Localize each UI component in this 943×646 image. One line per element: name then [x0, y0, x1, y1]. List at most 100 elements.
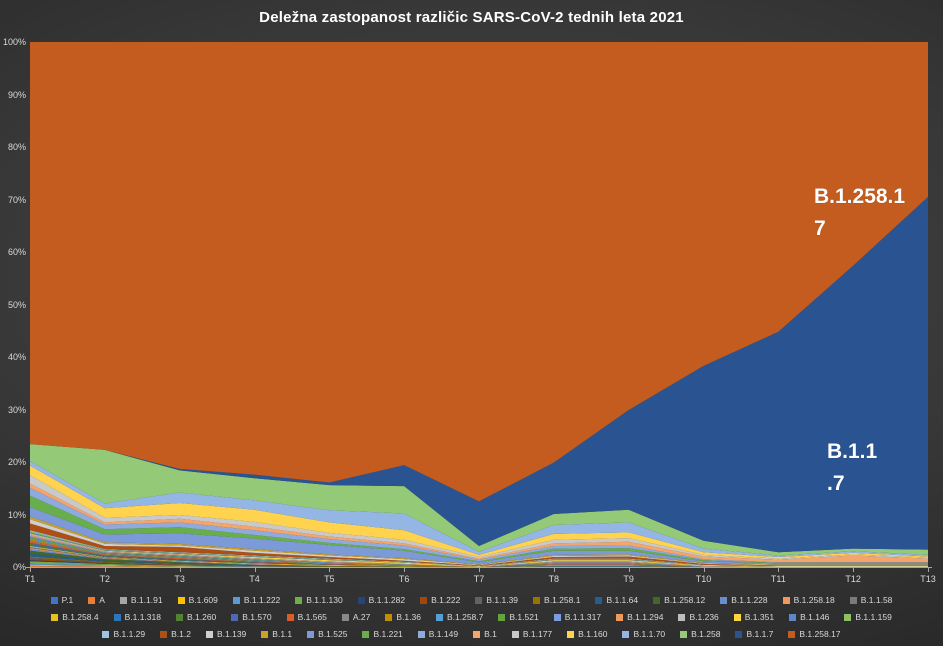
x-axis-label: T3: [160, 574, 200, 584]
legend-swatch: [233, 597, 240, 604]
legend-swatch: [533, 597, 540, 604]
stacked-area-svg: [30, 42, 928, 567]
plot-area: B.1.258.17 B.1.1.7 0%10%20%30%40%50%60%7…: [30, 42, 928, 567]
x-tick: [105, 568, 106, 572]
y-axis-label: 80%: [0, 142, 26, 152]
legend-item-B.1.1.228: B.1.1.228: [720, 596, 767, 605]
legend-label: B.1.1.318: [125, 613, 161, 622]
legend-label: B.1.258.7: [447, 613, 483, 622]
legend-swatch: [51, 614, 58, 621]
legend-label: A: [99, 596, 105, 605]
legend-swatch: [720, 597, 727, 604]
x-tick: [778, 568, 779, 572]
legend-swatch: [261, 631, 268, 638]
legend-item-A: A: [88, 596, 105, 605]
y-axis-label: 10%: [0, 510, 26, 520]
legend-item-B.1.221: B.1.221: [362, 630, 402, 639]
legend-item-B.1.258.7: B.1.258.7: [436, 613, 483, 622]
y-axis-label: 20%: [0, 457, 26, 467]
legend: P.1AB.1.1.91B.1.609B.1.1.222B.1.1.130B.1…: [0, 592, 943, 643]
legend-label: B.1: [484, 630, 497, 639]
legend-item-B.1.521: B.1.521: [498, 613, 538, 622]
legend-swatch: [231, 614, 238, 621]
chart-title: Deležna zastopanost različic SARS-CoV-2 …: [0, 9, 943, 26]
legend-swatch: [307, 631, 314, 638]
legend-label: B.1.149: [429, 630, 458, 639]
legend-swatch: [788, 631, 795, 638]
legend-swatch: [120, 597, 127, 604]
x-axis-label: T2: [85, 574, 125, 584]
legend-item-B.1.260: B.1.260: [176, 613, 216, 622]
legend-label: A.27: [353, 613, 371, 622]
legend-item-B.1.2: B.1.2: [160, 630, 191, 639]
legend-item-B.1.1.282: B.1.1.282: [358, 596, 405, 605]
legend-swatch: [653, 597, 660, 604]
legend-swatch: [176, 614, 183, 621]
legend-label: B.1.521: [509, 613, 538, 622]
x-tick: [853, 568, 854, 572]
legend-swatch: [362, 631, 369, 638]
y-axis-label: 40%: [0, 352, 26, 362]
legend-swatch: [498, 614, 505, 621]
legend-label: B.1.1.7: [746, 630, 773, 639]
x-axis-label: T8: [534, 574, 574, 584]
legend-item-B.1.139: B.1.139: [206, 630, 246, 639]
legend-item-B.1.258.18: B.1.258.18: [783, 596, 835, 605]
legend-item-B.1.236: B.1.236: [678, 613, 718, 622]
legend-label: B.1.565: [298, 613, 327, 622]
x-axis-label: T11: [758, 574, 798, 584]
x-axis-label: T6: [384, 574, 424, 584]
legend-item-B.1.258.17: B.1.258.17: [788, 630, 840, 639]
legend-swatch: [735, 631, 742, 638]
x-axis-label: T5: [309, 574, 349, 584]
y-axis-label: 30%: [0, 405, 26, 415]
legend-label: B.1.525: [318, 630, 347, 639]
x-tick: [404, 568, 405, 572]
legend-item-B.1.36: B.1.36: [385, 613, 421, 622]
legend-row: B.1.258.4 B.1.1.318 B.1.260 B.1.570 B.1.565 A…: [0, 609, 943, 626]
x-axis-label: T1: [10, 574, 50, 584]
legend-label: B.1.570: [242, 613, 271, 622]
legend-label: B.1.139: [217, 630, 246, 639]
x-axis-label: T10: [684, 574, 724, 584]
legend-label: B.1.258: [691, 630, 720, 639]
legend-label: B.1.1.159: [855, 613, 891, 622]
legend-item-B.1.258.1: B.1.258.1: [533, 596, 580, 605]
legend-label: B.1.221: [373, 630, 402, 639]
legend-swatch: [51, 597, 58, 604]
legend-label: P.1: [62, 596, 74, 605]
legend-swatch: [734, 614, 741, 621]
legend-label: B.1.258.18: [794, 596, 835, 605]
legend-label: B.1.258.12: [664, 596, 705, 605]
legend-item-B.1.1.294: B.1.1.294: [616, 613, 663, 622]
legend-swatch: [622, 631, 629, 638]
legend-swatch: [680, 631, 687, 638]
legend-label: B.1.177: [523, 630, 552, 639]
legend-label: B.1.1.222: [244, 596, 280, 605]
legend-swatch: [287, 614, 294, 621]
legend-label: B.1.351: [745, 613, 774, 622]
legend-item-B.1.570: B.1.570: [231, 613, 271, 622]
x-tick: [180, 568, 181, 572]
legend-row: B.1.1.29B.1.2B.1.139B.1.1B.1.525B.1.221B…: [0, 626, 943, 643]
legend-swatch: [567, 631, 574, 638]
legend-label: B.1.258.4: [62, 613, 98, 622]
x-tick: [255, 568, 256, 572]
legend-swatch: [114, 614, 121, 621]
y-axis-label: 100%: [0, 37, 26, 47]
x-axis-label: T4: [235, 574, 275, 584]
legend-label: B.1.1.294: [627, 613, 663, 622]
x-axis-label: T9: [609, 574, 649, 584]
legend-label: B.1.2: [171, 630, 191, 639]
legend-item-B.1.222: B.1.222: [420, 596, 460, 605]
x-tick: [479, 568, 480, 572]
legend-item-B.1.258.12: B.1.258.12: [653, 596, 705, 605]
x-axis-label: T7: [459, 574, 499, 584]
legend-label: B.1.36: [396, 613, 421, 622]
legend-item-B.1.1.64: B.1.1.64: [595, 596, 638, 605]
legend-label: B.1.258.17: [799, 630, 840, 639]
legend-swatch: [850, 597, 857, 604]
legend-item-B.1.1.222: B.1.1.222: [233, 596, 280, 605]
legend-swatch: [512, 631, 519, 638]
legend-swatch: [178, 597, 185, 604]
